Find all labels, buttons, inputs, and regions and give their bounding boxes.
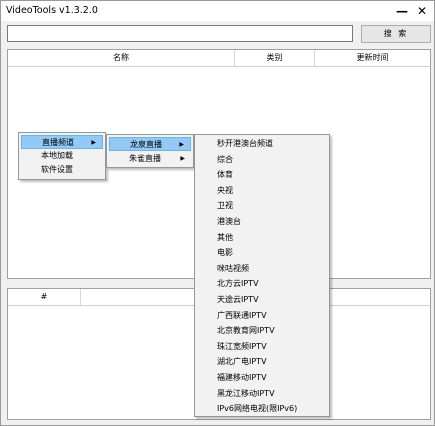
menu-item[interactable]: 软件设置 [21,163,103,177]
channel-menu-item-label: 其他 [217,232,233,242]
channel-menu-item[interactable]: 其他 [197,231,327,245]
menu-item-label: 直播频道 [42,138,74,147]
window-title: VideoTools v1.3.2.0 [6,5,98,16]
channel-submenu: 秒开港澳台频道 综合体育央视卫视港澳台其他电影咪咕视频北方云IPTV 天途云IPTV… [194,134,330,417]
channel-menu-item[interactable]: 北方云IPTV [197,277,327,291]
menu-item[interactable]: 直播频道 ▶ [21,135,103,149]
live-menu-item[interactable]: 朱雀直播 ▶ [109,152,191,166]
channel-menu-item[interactable]: 央视 [197,184,327,198]
live-submenu: 龙泉直播 ▶ 朱雀直播 ▶ [106,134,194,168]
submenu-arrow-icon: ▶ [91,139,96,146]
channel-menu-item[interactable]: 咪咕视频 [197,262,327,276]
title-bar[interactable]: VideoTools v1.3.2.0 — ✕ [1,1,434,21]
channel-menu-item-label: 电影 [217,248,233,258]
channel-menu-item[interactable]: 综合 [197,153,327,167]
submenu-arrow-icon: ▶ [180,155,185,162]
channel-menu-item[interactable]: 北京教育网IPTV [197,324,327,338]
channel-menu-item-label: 黑龙江移动IPTV [217,388,275,398]
channel-menu-item-label: 综合 [217,154,233,164]
channel-menu-item[interactable]: IPv6网络电视(限IPv6) [197,402,327,416]
channel-menu-item-label: 广西联通IPTV [217,310,267,320]
channel-menu-item[interactable]: 黑龙江移动IPTV [197,387,327,401]
channel-menu-item[interactable]: 体育 [197,168,327,182]
channel-menu-item[interactable]: 天途云IPTV [197,293,327,307]
channel-menu-item-label: 港澳台 [217,217,241,226]
channel-menu-item-label: 福建移动IPTV [217,373,267,382]
live-menu-item-label: 朱雀直播 [129,154,161,163]
close-icon[interactable]: ✕ [414,2,430,20]
channel-menu-item-label: 咪咕视频 [217,263,249,273]
channel-menu-item-label: 体育 [217,170,233,180]
channel-menu-item[interactable]: 卫视 [197,199,327,213]
channel-menu-item-label: 央视 [217,185,233,195]
channel-menu-item[interactable]: 港澳台 [197,215,327,229]
channel-menu-item-label: 秒开港澳台频道 [217,139,273,148]
table-header: 名称 类别 更新时间 [8,50,430,67]
channel-menu-item[interactable]: 福建移动IPTV [197,371,327,385]
submenu-arrow-icon: ▶ [179,141,184,148]
search-button[interactable]: 搜 索 [361,25,431,43]
live-menu-item-label: 龙泉直播 [130,140,162,149]
channel-menu-item-label: 卫视 [217,201,233,211]
column-header-index[interactable]: # [8,289,81,305]
channel-menu-item[interactable]: 电影 [197,246,327,260]
menu-item[interactable]: 本地加载 [21,149,103,163]
channel-menu-item-label: 北京教育网IPTV [217,326,275,336]
column-header-category[interactable]: 类别 [235,50,315,66]
channel-menu-item-label: 北方云IPTV [217,279,259,289]
channel-menu-item[interactable]: 广西联通IPTV [197,309,327,323]
channel-menu-item-label: 天途云IPTV [217,295,259,304]
menu-item-label: 本地加载 [41,151,73,160]
menu-item-label: 软件设置 [41,165,73,174]
channel-menu-item-label: 珠江宽频IPTV [217,341,267,351]
column-header-name[interactable]: 名称 [8,50,235,66]
live-menu-item[interactable]: 龙泉直播 ▶ [109,137,191,151]
column-header-updated[interactable]: 更新时间 [315,50,430,66]
channel-menu-item-label: 湖北广电IPTV [217,357,267,367]
minimize-icon[interactable]: — [394,2,410,20]
channel-menu-item-label: IPv6网络电视(限IPv6) [217,404,298,414]
context-menu: 直播频道 ▶ 本地加载软件设置 [18,132,106,180]
search-input[interactable] [7,25,353,42]
channel-menu-item[interactable]: 秒开港澳台频道 [197,137,327,151]
channel-menu-item[interactable]: 珠江宽频IPTV [197,340,327,354]
channel-menu-item[interactable]: 湖北广电IPTV [197,355,327,369]
